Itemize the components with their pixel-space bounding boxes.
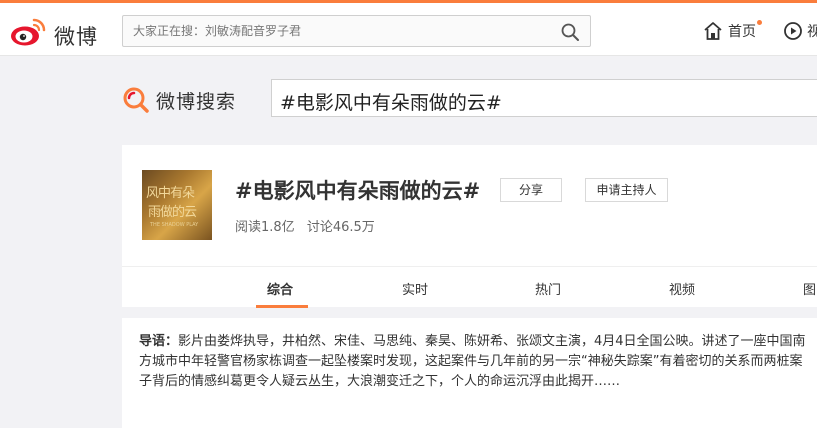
top-bar: 微博 首页 视 bbox=[0, 0, 817, 56]
topic-title: #电影风中有朵雨做的云# bbox=[235, 179, 481, 203]
weibo-eye-icon bbox=[11, 18, 46, 46]
discussion-count: 讨论46.5万 bbox=[306, 220, 375, 235]
weibo-search-icon bbox=[123, 87, 149, 113]
video-icon bbox=[784, 22, 802, 40]
nav-home-label: 首页 bbox=[728, 24, 756, 40]
nav-video[interactable]: 视 bbox=[783, 19, 817, 43]
nav-video-label: 视 bbox=[807, 24, 817, 40]
home-icon bbox=[704, 22, 722, 40]
topic-search-field[interactable]: #电影风中有朵雨做的云# bbox=[271, 79, 817, 117]
topic-cover-image[interactable]: 风中有朵 雨做的云 THE SHADOW PLAY bbox=[142, 170, 212, 240]
search-icon[interactable] bbox=[560, 22, 580, 42]
intro-body: 影片由娄烨执导，井柏然、宋佳、马思纯、秦昊、陈妍希、张颂文主演，4月4日全国公映… bbox=[139, 334, 806, 389]
topic-intro: 导语：影片由娄烨执导，井柏然、宋佳、马思纯、秦昊、陈妍希、张颂文主演，4月4日全… bbox=[122, 318, 817, 428]
cover-title-line-1: 风中有朵 bbox=[146, 186, 195, 201]
read-count: 阅读1.8亿 bbox=[235, 220, 295, 235]
topic-card: 风中有朵 雨做的云 THE SHADOW PLAY #电影风中有朵雨做的云# 分… bbox=[122, 145, 817, 308]
topic-search-query: #电影风中有朵雨做的云# bbox=[280, 92, 502, 114]
weibo-logo[interactable]: 微博 bbox=[10, 15, 100, 49]
tab-realtime[interactable]: 实时 bbox=[402, 279, 428, 298]
tab-comprehensive[interactable]: 综合 bbox=[267, 279, 293, 298]
cover-subtitle: THE SHADOW PLAY bbox=[150, 222, 199, 228]
active-tab-indicator bbox=[256, 305, 308, 308]
tab-images[interactable]: 图 bbox=[803, 279, 816, 298]
weibo-search-logo: 微博搜索 bbox=[122, 84, 247, 116]
tab-video[interactable]: 视频 bbox=[669, 279, 695, 298]
topic-stats: 阅读1.8亿 讨论46.5万 bbox=[235, 216, 375, 235]
global-search bbox=[122, 15, 591, 47]
intro-paragraph: 导语：影片由娄烨执导，井柏然、宋佳、马思纯、秦昊、陈妍希、张颂文主演，4月4日全… bbox=[139, 332, 809, 392]
weibo-search-label: 微博搜索 bbox=[156, 90, 237, 113]
apply-host-button[interactable]: 申请主持人 bbox=[585, 178, 668, 202]
nav-home[interactable]: 首页 bbox=[703, 19, 762, 43]
intro-lead: 导语： bbox=[139, 334, 179, 349]
share-button[interactable]: 分享 bbox=[500, 178, 562, 202]
topic-tabs: 综合 实时 热门 视频 图 bbox=[122, 266, 817, 308]
notification-dot bbox=[757, 20, 762, 25]
tab-hot[interactable]: 热门 bbox=[535, 279, 561, 298]
cover-title-line-2: 雨做的云 bbox=[148, 205, 197, 220]
global-search-input[interactable] bbox=[123, 16, 563, 46]
logo-text: 微博 bbox=[54, 25, 98, 49]
